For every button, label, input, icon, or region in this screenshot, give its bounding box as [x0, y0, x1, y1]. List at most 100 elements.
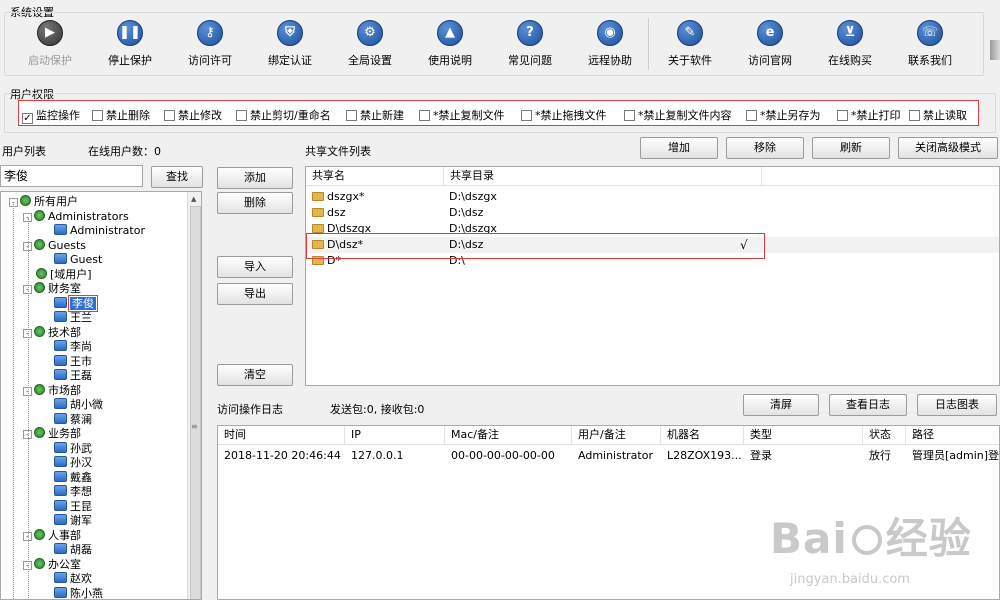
checkbox-icon[interactable] — [624, 110, 635, 121]
toolbar-scroll-handle[interactable] — [990, 40, 1000, 60]
user-tree[interactable]: - 所有用户 - Administrators Administrator - Guests… — [0, 191, 202, 600]
permission-3[interactable]: 禁止剪切/重命名 — [236, 107, 331, 123]
tree-node[interactable]: 王市 — [41, 354, 92, 369]
tree-node[interactable]: - 业务部 — [23, 427, 81, 441]
log-col-4[interactable]: 机器名 — [661, 426, 744, 444]
tree-node[interactable]: [域用户] — [23, 267, 92, 282]
tree-node[interactable]: 戴鑫 — [41, 470, 92, 485]
toolbar-button-9[interactable]: e 访问官网 — [733, 20, 807, 72]
tree-node[interactable]: 孙武 — [41, 441, 92, 456]
permission-label: *禁止另存为 — [760, 109, 821, 122]
tree-node[interactable]: 谢军 — [41, 514, 92, 528]
log-chart-button[interactable]: 日志图表 — [917, 394, 997, 416]
export-button[interactable]: 导出 — [217, 283, 293, 305]
share-col-name[interactable]: 共享名 — [306, 167, 444, 185]
tree-node[interactable]: - 所有用户 — [9, 195, 78, 209]
tree-node[interactable]: Administrator — [41, 224, 145, 238]
checkbox-icon[interactable] — [746, 110, 757, 121]
add-share-button[interactable]: 增加 — [640, 137, 718, 159]
tree-node[interactable]: 胡小微 — [41, 398, 103, 412]
permission-label: 禁止修改 — [178, 109, 222, 122]
tree-node[interactable]: 胡磊 — [41, 543, 92, 557]
user-tree-scrollbar[interactable]: ▲ ≡ — [187, 192, 201, 599]
toolbar-button-1[interactable]: ❚❚ 停止保护 — [93, 20, 167, 72]
user-tree-scroll-thumb[interactable] — [190, 206, 201, 599]
toolbar-button-11[interactable]: ☏ 联系我们 — [893, 20, 967, 72]
tree-node[interactable]: 赵欢 — [41, 572, 92, 586]
log-col-1[interactable]: IP — [345, 426, 445, 444]
tree-node[interactable]: - 办公室 — [23, 557, 81, 572]
add-user-button[interactable]: 添加 — [217, 167, 293, 189]
tree-node[interactable]: 蔡澜 — [41, 412, 92, 427]
network-group-icon — [34, 238, 45, 250]
tree-node[interactable]: 孙汉 — [41, 456, 92, 470]
toolbar-button-5[interactable]: ▲ 使用说明 — [413, 20, 487, 72]
view-log-button[interactable]: 查看日志 — [829, 394, 907, 416]
find-button[interactable]: 查找 — [151, 166, 203, 188]
checkbox-icon[interactable] — [521, 110, 532, 121]
tree-node[interactable]: 王磊 — [41, 369, 92, 383]
tree-node-label: 业务部 — [48, 427, 81, 440]
checkbox-icon[interactable] — [236, 110, 247, 121]
permission-8[interactable]: *禁止另存为 — [746, 107, 821, 123]
tree-node[interactable]: - 市场部 — [23, 383, 81, 398]
toolbar-button-8[interactable]: ✎ 关于软件 — [653, 20, 727, 72]
checkbox-icon[interactable] — [346, 110, 357, 121]
tree-node[interactable]: - Administrators — [23, 209, 129, 224]
toolbar-button-3[interactable]: ⛨ 绑定认证 — [253, 20, 327, 72]
user-icon — [54, 543, 67, 554]
tree-node[interactable]: - 人事部 — [23, 528, 81, 543]
log-col-7[interactable]: 路径 — [906, 426, 999, 444]
checkbox-icon[interactable]: ✓ — [22, 113, 33, 124]
checkbox-icon[interactable] — [92, 110, 103, 121]
import-button[interactable]: 导入 — [217, 256, 293, 278]
tree-node[interactable]: - Guests — [23, 238, 86, 253]
permission-9[interactable]: *禁止打印 — [837, 107, 901, 123]
tree-node[interactable]: 李尚 — [41, 340, 92, 354]
permission-1[interactable]: 禁止删除 — [92, 107, 150, 123]
scroll-up-arrow-icon[interactable]: ▲ — [191, 195, 196, 203]
tree-node[interactable]: - 技术部 — [23, 325, 81, 340]
toolbar-button-10[interactable]: ⊻ 在线购买 — [813, 20, 887, 72]
tree-node[interactable]: 陈小燕 — [41, 586, 103, 599]
log-col-2[interactable]: Mac/备注 — [445, 426, 572, 444]
share-list[interactable]: 共享名 共享目录 dszgx* D:\dszgx dsz D:\dsz D\dszgx D… — [305, 166, 1000, 386]
tree-node-label: 赵欢 — [70, 572, 92, 585]
clear-screen-button[interactable]: 清屏 — [743, 394, 819, 416]
permission-4[interactable]: 禁止新建 — [346, 107, 404, 123]
search-input[interactable]: 李俊 — [0, 165, 143, 187]
clear-button[interactable]: 清空 — [217, 364, 293, 386]
toolbar-button-0[interactable]: ▶ 启动保护 — [13, 20, 87, 72]
tree-node[interactable]: - 财务室 — [23, 282, 81, 296]
checkbox-icon[interactable] — [909, 110, 920, 121]
toolbar-button-2[interactable]: ⚷ 访问许可 — [173, 20, 247, 72]
toolbar-button-7[interactable]: ◉ 远程协助 — [573, 20, 647, 72]
refresh-button[interactable]: 刷新 — [812, 137, 890, 159]
log-col-3[interactable]: 用户/备注 — [572, 426, 661, 444]
share-row[interactable]: dszgx* D:\dszgx — [306, 189, 999, 205]
checkbox-icon[interactable] — [164, 110, 175, 121]
tree-node[interactable]: 李想 — [41, 485, 92, 499]
share-row[interactable]: dsz D:\dsz — [306, 205, 999, 221]
close-advanced-mode-button[interactable]: 关闭高级模式 — [898, 137, 998, 159]
tree-node[interactable]: 王兰 — [41, 311, 92, 325]
tree-node[interactable]: 李俊 — [41, 294, 98, 312]
share-col-dir[interactable]: 共享目录 — [444, 167, 762, 185]
permission-0[interactable]: ✓ 监控操作 — [22, 107, 80, 124]
log-col-0[interactable]: 时间 — [218, 426, 345, 444]
toolbar-button-4[interactable]: ⚙ 全局设置 — [333, 20, 407, 72]
permission-10[interactable]: 禁止读取 — [909, 107, 967, 123]
checkbox-icon[interactable] — [419, 110, 430, 121]
delete-user-button[interactable]: 删除 — [217, 192, 293, 214]
log-col-6[interactable]: 状态 — [863, 426, 906, 444]
permission-2[interactable]: 禁止修改 — [164, 107, 222, 123]
log-col-5[interactable]: 类型 — [744, 426, 863, 444]
checkbox-icon[interactable] — [837, 110, 848, 121]
tree-node[interactable]: 王昆 — [41, 499, 92, 514]
tree-node[interactable]: Guest — [41, 253, 102, 267]
permission-7[interactable]: *禁止复制文件内容 — [624, 107, 732, 123]
toolbar-button-6[interactable]: ? 常见问题 — [493, 20, 567, 72]
remove-share-button[interactable]: 移除 — [726, 137, 804, 159]
permission-6[interactable]: *禁止拖拽文件 — [521, 107, 607, 123]
permission-5[interactable]: *禁止复制文件 — [419, 107, 505, 123]
